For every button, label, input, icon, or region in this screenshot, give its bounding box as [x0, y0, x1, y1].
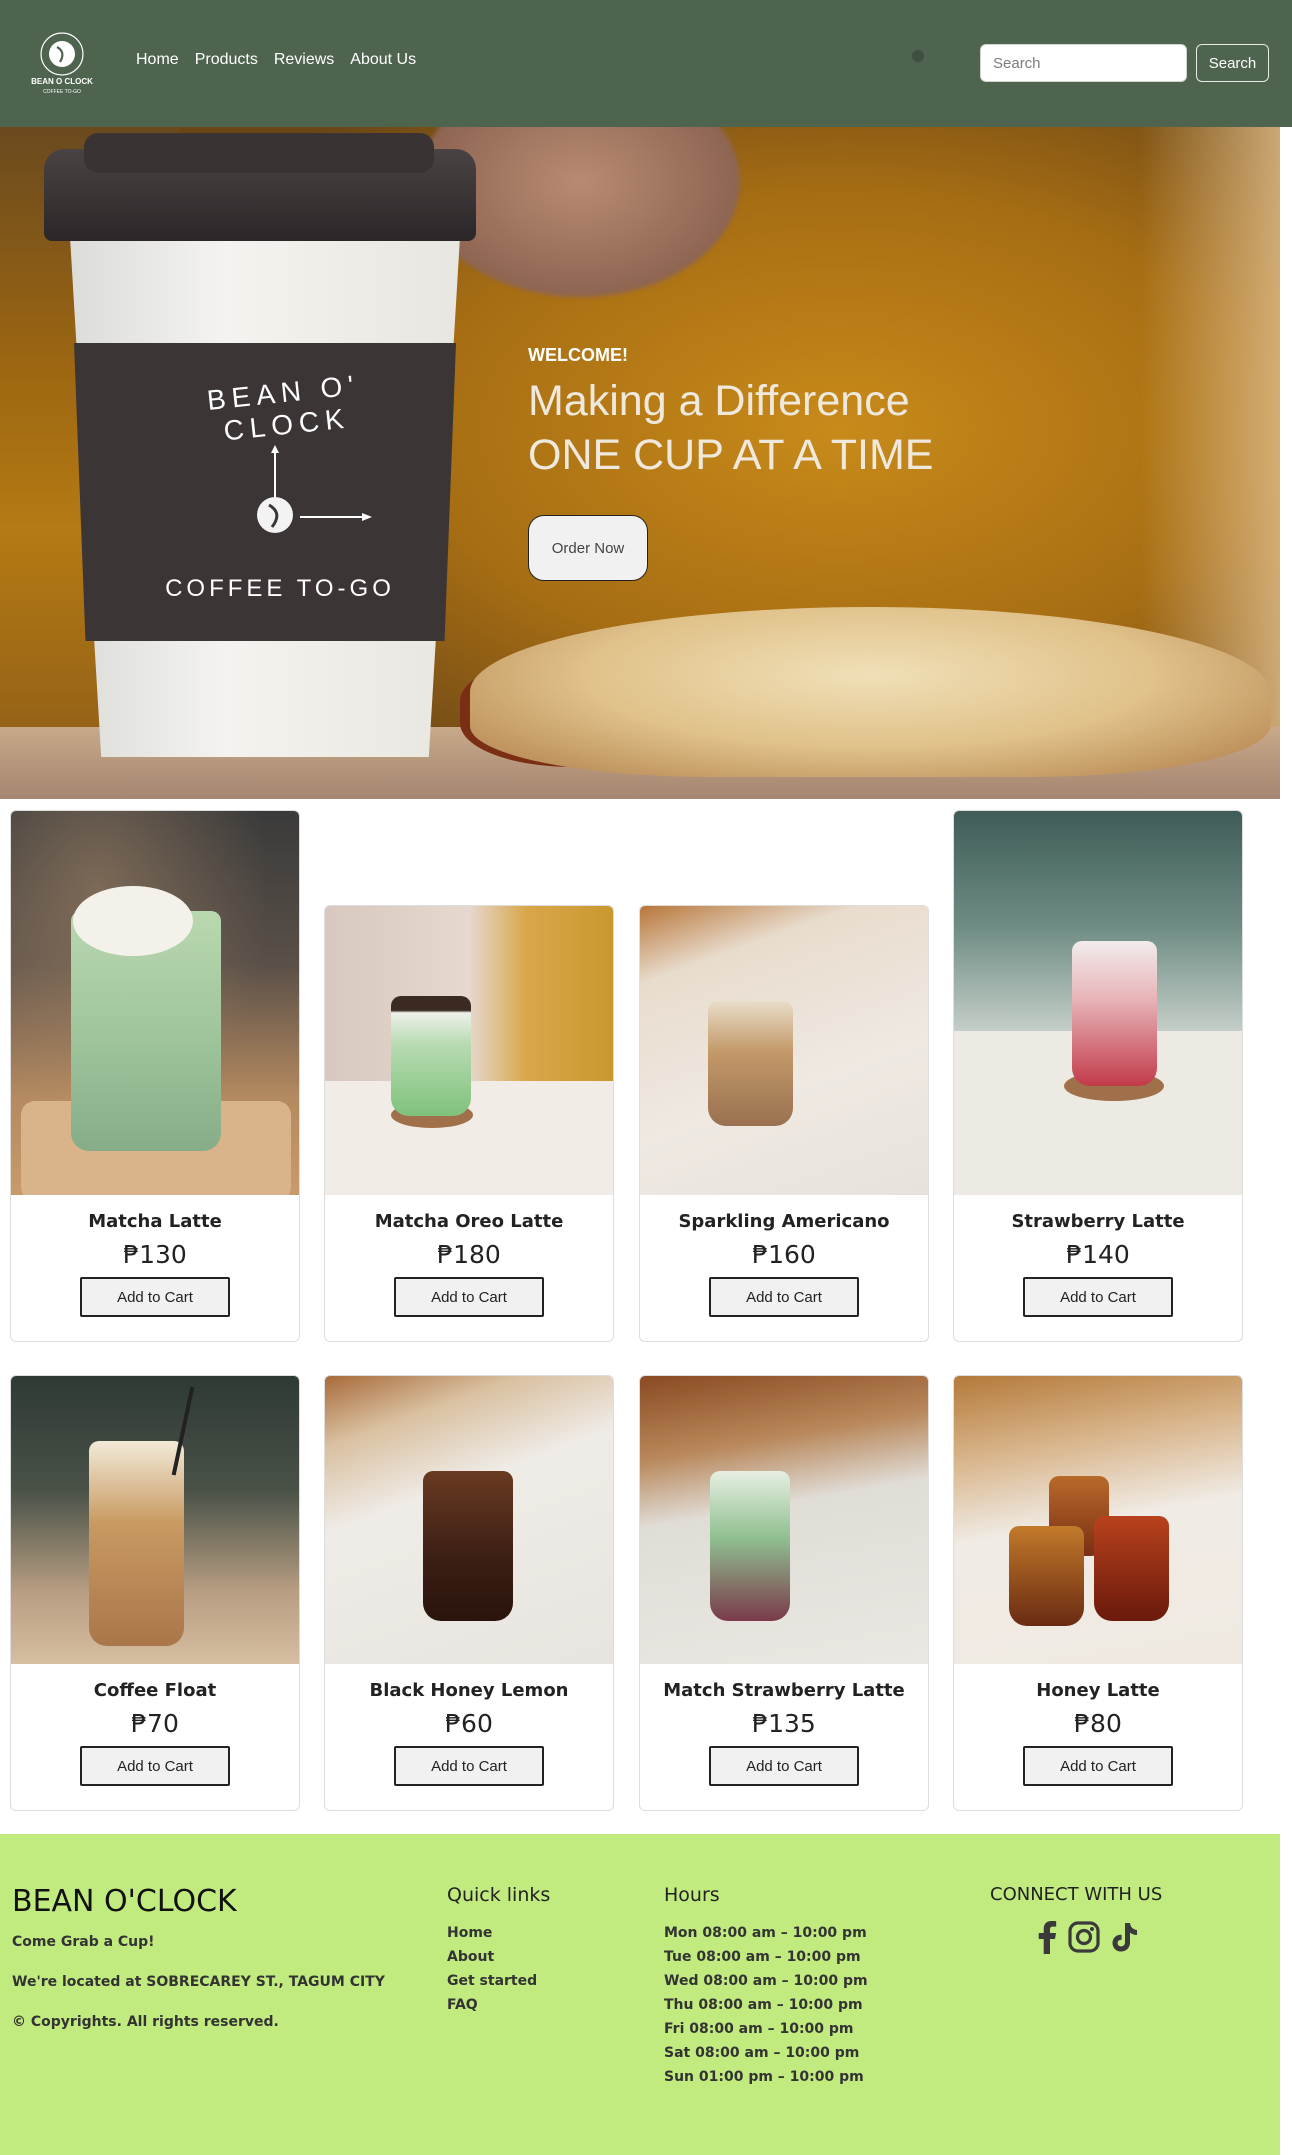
- product-image-match-strawberry-latte[interactable]: [640, 1376, 928, 1664]
- product-card-body: Black Honey Lemon ₱60 Add to Cart: [325, 1664, 613, 1810]
- product-image-matcha-latte[interactable]: [11, 811, 299, 1195]
- product-card-body: Sparkling Americano ₱160 Add to Cart: [640, 1195, 928, 1341]
- quick-links-title: Quick links: [447, 1884, 551, 1906]
- nav-link-reviews[interactable]: Reviews: [274, 51, 334, 69]
- tiktok-icon[interactable]: [1110, 1921, 1140, 1953]
- nav-links: Home Products Reviews About Us: [136, 51, 416, 69]
- hero-title-line2: ONE CUP AT A TIME: [528, 431, 934, 479]
- search-input[interactable]: [980, 44, 1187, 82]
- cart-dot-icon[interactable]: [912, 50, 924, 62]
- add-to-cart-button[interactable]: Add to Cart: [80, 1746, 230, 1786]
- product-image-honey-latte[interactable]: [954, 1376, 1242, 1664]
- hero-title: Making a Difference ONE CUP AT A TIME: [528, 374, 1088, 482]
- hours-mon: Mon 08:00 am – 10:00 pm: [664, 1925, 867, 1941]
- product-image-black-honey-lemon[interactable]: [325, 1376, 613, 1664]
- footer-tagline: Come Grab a Cup!: [12, 1934, 155, 1950]
- hours-title: Hours: [664, 1884, 720, 1906]
- product-card: Match Strawberry Latte ₱135 Add to Cart: [639, 1375, 929, 1811]
- add-to-cart-button[interactable]: Add to Cart: [709, 1746, 859, 1786]
- product-name: Coffee Float: [93, 1680, 217, 1701]
- product-image-strawberry-latte[interactable]: [954, 811, 1242, 1195]
- order-now-button[interactable]: Order Now: [528, 515, 648, 581]
- product-card: Matcha Oreo Latte ₱180 Add to Cart: [324, 905, 614, 1342]
- instagram-icon[interactable]: [1068, 1921, 1100, 1953]
- svg-text:COFFEE TO-GO: COFFEE TO-GO: [43, 89, 81, 95]
- product-name: Honey Latte: [1036, 1680, 1160, 1701]
- cup-clock-icon: [257, 445, 372, 533]
- product-price: ₱140: [1066, 1240, 1130, 1269]
- product-name: Sparkling Americano: [678, 1211, 890, 1232]
- product-name: Matcha Latte: [88, 1211, 222, 1232]
- product-card: Strawberry Latte ₱140 Add to Cart: [953, 810, 1243, 1342]
- footer-brand: BEAN O'CLOCK: [12, 1884, 237, 1919]
- product-card: Honey Latte ₱80 Add to Cart: [953, 1375, 1243, 1811]
- hero-banner: BEAN O' CLOCK COFFEE TO-GO WELCOME! Maki…: [0, 127, 1280, 799]
- search-button[interactable]: Search: [1196, 44, 1269, 82]
- product-card-body: Matcha Oreo Latte ₱180 Add to Cart: [325, 1195, 613, 1341]
- hero-title-line1: Making a Difference: [528, 377, 910, 425]
- hours-wed: Wed 08:00 am – 10:00 pm: [664, 1973, 868, 1989]
- navbar: BEAN O CLOCK COFFEE TO-GO Home Products …: [0, 0, 1292, 127]
- nav-link-home[interactable]: Home: [136, 51, 179, 69]
- product-image-coffee-float[interactable]: [11, 1376, 299, 1664]
- product-card: Coffee Float ₱70 Add to Cart: [10, 1375, 300, 1811]
- footer-link-home[interactable]: Home: [447, 1925, 492, 1941]
- nav-link-products[interactable]: Products: [195, 51, 258, 69]
- footer-copyright: © Copyrights. All rights reserved.: [12, 2014, 279, 2030]
- add-to-cart-button[interactable]: Add to Cart: [80, 1277, 230, 1317]
- product-name: Strawberry Latte: [1011, 1211, 1185, 1232]
- sandwich-image: [470, 607, 1270, 777]
- add-to-cart-button[interactable]: Add to Cart: [1023, 1277, 1173, 1317]
- hours-sat: Sat 08:00 am – 10:00 pm: [664, 2045, 860, 2061]
- footer: BEAN O'CLOCK Come Grab a Cup! We're loca…: [0, 1834, 1280, 2155]
- add-to-cart-button[interactable]: Add to Cart: [394, 1277, 544, 1317]
- product-card-body: Coffee Float ₱70 Add to Cart: [11, 1664, 299, 1810]
- connect-title: CONNECT WITH US: [990, 1884, 1163, 1905]
- hours-sun: Sun 01:00 pm – 10:00 pm: [664, 2069, 864, 2085]
- footer-location: We're located at SOBRECAREY ST., TAGUM C…: [12, 1974, 385, 1990]
- product-card: Matcha Latte ₱130 Add to Cart: [10, 810, 300, 1342]
- cup-lid-top: [84, 133, 434, 173]
- hero-welcome: WELCOME!: [528, 345, 628, 365]
- product-name: Matcha Oreo Latte: [374, 1211, 564, 1232]
- product-name: Black Honey Lemon: [369, 1680, 569, 1701]
- product-price: ₱70: [131, 1709, 179, 1738]
- footer-link-about[interactable]: About: [447, 1949, 494, 1965]
- product-card-body: Strawberry Latte ₱140 Add to Cart: [954, 1195, 1242, 1341]
- product-card-body: Match Strawberry Latte ₱135 Add to Cart: [640, 1664, 928, 1810]
- product-card: Sparkling Americano ₱160 Add to Cart: [639, 905, 929, 1342]
- hours-thu: Thu 08:00 am – 10:00 pm: [664, 1997, 863, 2013]
- product-price: ₱180: [437, 1240, 501, 1269]
- bean-oclock-logo[interactable]: BEAN O CLOCK COFFEE TO-GO: [24, 30, 100, 96]
- cup-tagline-text: COFFEE TO-GO: [165, 575, 395, 602]
- product-price: ₱80: [1074, 1709, 1122, 1738]
- product-price: ₱60: [445, 1709, 493, 1738]
- product-price: ₱130: [123, 1240, 187, 1269]
- add-to-cart-button[interactable]: Add to Cart: [1023, 1746, 1173, 1786]
- hours-tue: Tue 08:00 am – 10:00 pm: [664, 1949, 861, 1965]
- svg-text:BEAN O CLOCK: BEAN O CLOCK: [31, 77, 93, 86]
- add-to-cart-button[interactable]: Add to Cart: [709, 1277, 859, 1317]
- product-image-matcha-oreo-latte[interactable]: [325, 906, 613, 1195]
- hours-fri: Fri 08:00 am – 10:00 pm: [664, 2021, 854, 2037]
- product-image-sparkling-americano[interactable]: [640, 906, 928, 1195]
- facebook-icon[interactable]: [1036, 1920, 1058, 1954]
- footer-link-get-started[interactable]: Get started: [447, 1973, 537, 1989]
- nav-link-about-us[interactable]: About Us: [350, 51, 416, 69]
- add-to-cart-button[interactable]: Add to Cart: [394, 1746, 544, 1786]
- product-price: ₱135: [752, 1709, 816, 1738]
- product-card-body: Honey Latte ₱80 Add to Cart: [954, 1664, 1242, 1810]
- product-card-body: Matcha Latte ₱130 Add to Cart: [11, 1195, 299, 1341]
- product-name: Match Strawberry Latte: [663, 1680, 905, 1701]
- product-card: Black Honey Lemon ₱60 Add to Cart: [324, 1375, 614, 1811]
- footer-link-faq[interactable]: FAQ: [447, 1997, 478, 2013]
- product-price: ₱160: [752, 1240, 816, 1269]
- hero-text: WELCOME! Making a Difference ONE CUP AT …: [528, 345, 1088, 482]
